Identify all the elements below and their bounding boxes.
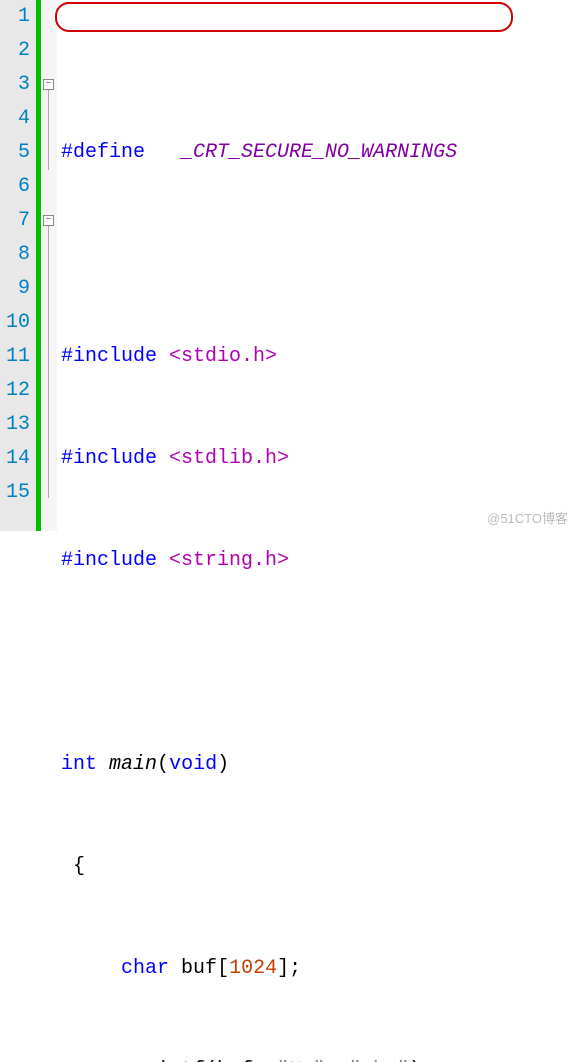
code-line: int main(void): [61, 748, 574, 782]
line-number: 6: [0, 170, 30, 204]
line-number: 7: [0, 204, 30, 238]
line-number: 11: [0, 340, 30, 374]
code-line: #include <stdio.h>: [61, 340, 574, 374]
fold-guide: [48, 226, 49, 498]
code-line: [61, 238, 574, 272]
function-name: main: [109, 753, 157, 776]
include-header: <string.h>: [169, 549, 289, 572]
highlight-annotation: [55, 2, 513, 32]
line-number: 12: [0, 374, 30, 408]
function-call: sprintf: [121, 1059, 205, 1062]
identifier: buf: [181, 957, 217, 980]
preproc-directive: #include: [61, 345, 157, 368]
preproc-directive: #define: [61, 141, 145, 164]
include-header: <stdio.h>: [169, 345, 277, 368]
line-number: 3: [0, 68, 30, 102]
brace: {: [73, 855, 85, 878]
line-number: 2: [0, 34, 30, 68]
code-line: [61, 646, 574, 680]
code-line: #include <stdlib.h>: [61, 442, 574, 476]
type-keyword: void: [169, 753, 217, 776]
line-number: 8: [0, 238, 30, 272]
bracket: ];: [277, 957, 301, 980]
code-area[interactable]: #define _CRT_SECURE_NO_WARNINGS #include…: [57, 0, 574, 531]
paren: (: [157, 753, 169, 776]
bracket: [: [217, 957, 229, 980]
line-number: 14: [0, 442, 30, 476]
code-line: sprintf(buf, "%s", "abc");: [61, 1054, 574, 1062]
type-keyword: char: [121, 957, 169, 980]
string-literal: "%s": [277, 1059, 325, 1062]
line-number: 15: [0, 476, 30, 510]
number-literal: 1024: [229, 957, 277, 980]
type-keyword: int: [61, 753, 97, 776]
code-editor: 1 2 3 4 5 6 7 8 9 10 11 12 13 14 15 − − …: [0, 0, 574, 531]
fold-column: − −: [41, 0, 57, 531]
macro-name: _CRT_SECURE_NO_WARNINGS: [181, 141, 457, 164]
watermark-text: @51CTO博客: [487, 508, 568, 527]
args: (buf,: [205, 1059, 277, 1062]
code-line: #include <string.h>: [61, 544, 574, 578]
fold-minus-icon[interactable]: −: [43, 79, 54, 90]
line-number: 4: [0, 102, 30, 136]
line-number-gutter: 1 2 3 4 5 6 7 8 9 10 11 12 13 14 15: [0, 0, 36, 531]
fold-guide: [48, 90, 49, 170]
args-close: );: [409, 1059, 433, 1062]
paren: ): [217, 753, 229, 776]
comma: ,: [325, 1059, 349, 1062]
code-line: #define _CRT_SECURE_NO_WARNINGS: [61, 136, 574, 170]
fold-minus-icon[interactable]: −: [43, 215, 54, 226]
line-number: 5: [0, 136, 30, 170]
line-number: 10: [0, 306, 30, 340]
line-number: 9: [0, 272, 30, 306]
string-literal: "abc": [349, 1059, 409, 1062]
preproc-directive: #include: [61, 549, 157, 572]
line-number: 13: [0, 408, 30, 442]
code-line: char buf[1024];: [61, 952, 574, 986]
include-header: <stdlib.h>: [169, 447, 289, 470]
code-line: {: [61, 850, 574, 884]
line-number: 1: [0, 0, 30, 34]
preproc-directive: #include: [61, 447, 157, 470]
